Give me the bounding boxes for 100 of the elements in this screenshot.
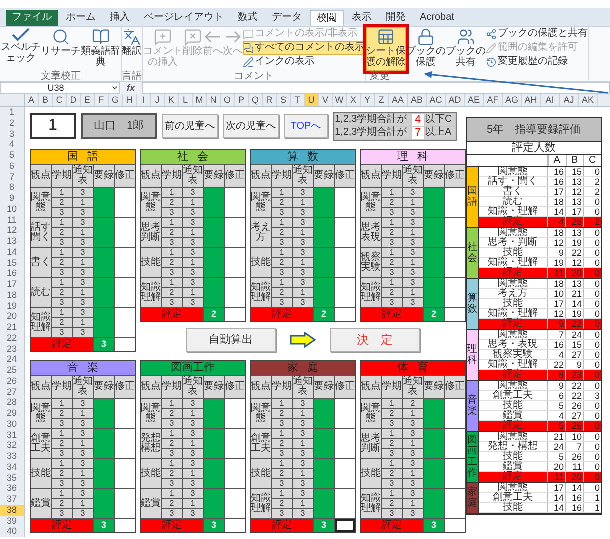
column-header[interactable]: V: [319, 94, 333, 106]
row-header[interactable]: 34: [0, 462, 24, 472]
row-header[interactable]: 37: [0, 494, 24, 505]
column-header[interactable]: X: [347, 94, 361, 106]
column-header[interactable]: E: [81, 94, 95, 106]
column-header[interactable]: F: [95, 94, 109, 106]
previous-button[interactable]: 前の児童へ: [162, 114, 218, 138]
correction-cell[interactable]: [445, 308, 465, 321]
column-header[interactable]: A: [25, 94, 39, 106]
column-header[interactable]: AD: [446, 94, 465, 106]
ribbon-button[interactable]: ブックの保護と共有: [486, 27, 588, 41]
column-header[interactable]: AJ: [560, 94, 579, 106]
row-header[interactable]: 40: [0, 526, 24, 537]
ribbon-tab[interactable]: 数式: [232, 10, 264, 26]
correction-cell[interactable]: [225, 308, 245, 321]
row-header[interactable]: 25: [0, 365, 24, 376]
calculate-button[interactable]: 自動算出: [186, 328, 276, 352]
row-header[interactable]: 4: [0, 139, 24, 150]
row-header[interactable]: 18: [0, 290, 24, 300]
ribbon-button[interactable]: スペルチェック: [1, 27, 41, 71]
column-header[interactable]: H: [123, 94, 137, 106]
correction-cell[interactable]: [445, 519, 465, 532]
column-header[interactable]: AG: [503, 94, 522, 106]
column-header[interactable]: R: [263, 94, 277, 106]
column-header[interactable]: Q: [249, 94, 263, 106]
column-header[interactable]: AA: [389, 94, 408, 106]
correction-cell[interactable]: [335, 519, 355, 532]
column-header[interactable]: P: [235, 94, 249, 106]
row-header[interactable]: 28: [0, 397, 24, 408]
row-header[interactable]: 13: [0, 236, 24, 247]
row-header[interactable]: 15: [0, 258, 24, 268]
row-header[interactable]: 1: [0, 107, 24, 118]
function-button[interactable]: fx: [124, 83, 138, 93]
column-header[interactable]: C: [53, 94, 67, 106]
correction-cell[interactable]: [335, 308, 355, 321]
decide-button[interactable]: 決定: [330, 328, 420, 352]
row-header[interactable]: 24: [0, 354, 24, 365]
ribbon-button[interactable]: ブックの共有: [446, 27, 486, 71]
ribbon-tab[interactable]: 開発: [380, 10, 412, 26]
ribbon-tab[interactable]: データ: [266, 10, 308, 26]
ribbon-tab[interactable]: ページレイアウト: [138, 10, 230, 26]
ribbon-tab[interactable]: Acrobat: [414, 10, 460, 26]
column-header[interactable]: L: [179, 94, 193, 106]
row-header[interactable]: 11: [0, 214, 24, 226]
row-header[interactable]: 7: [0, 172, 24, 182]
row-header[interactable]: 8: [0, 182, 24, 193]
ribbon-button[interactable]: 類義語辞典: [81, 27, 121, 71]
row-header[interactable]: 33: [0, 451, 24, 462]
column-header[interactable]: Z: [375, 94, 389, 106]
row-header[interactable]: 17: [0, 279, 24, 290]
formula-input[interactable]: [142, 82, 610, 94]
ribbon-button[interactable]: 翻訳: [122, 27, 142, 71]
row-header[interactable]: 30: [0, 418, 24, 430]
ribbon-button[interactable]: リサーチ: [41, 27, 81, 71]
row-header[interactable]: 32: [0, 440, 24, 451]
row-header[interactable]: 20: [0, 311, 24, 322]
column-header[interactable]: B: [39, 94, 53, 106]
column-header[interactable]: K: [165, 94, 179, 106]
row-header[interactable]: 5: [0, 150, 24, 161]
column-header[interactable]: AI: [541, 94, 560, 106]
column-header[interactable]: U: [305, 94, 319, 106]
ribbon-tab[interactable]: ホーム: [60, 10, 102, 26]
row-header[interactable]: 29: [0, 408, 24, 419]
row-header[interactable]: 19: [0, 300, 24, 312]
column-header[interactable]: M: [193, 94, 207, 106]
column-header[interactable]: AE: [465, 94, 484, 106]
row-header[interactable]: 3: [0, 128, 24, 140]
column-header[interactable]: AF: [484, 94, 503, 106]
ribbon-button[interactable]: インクの表示: [243, 55, 365, 69]
name-box[interactable]: U38: [0, 82, 120, 94]
row-header[interactable]: 27: [0, 386, 24, 398]
column-header[interactable]: J: [151, 94, 165, 106]
row-header[interactable]: 12: [0, 225, 24, 236]
correction-cell[interactable]: [225, 519, 245, 532]
row-header[interactable]: 22: [0, 332, 24, 344]
column-header[interactable]: D: [67, 94, 81, 106]
top-button[interactable]: TOPへ: [284, 114, 328, 138]
row-header[interactable]: 26: [0, 376, 24, 386]
row-header[interactable]: 6: [0, 160, 24, 172]
next-button[interactable]: 次の児童へ: [223, 114, 279, 138]
row-header[interactable]: 9: [0, 193, 24, 204]
row-header[interactable]: 38: [0, 504, 24, 516]
row-header[interactable]: 23: [0, 344, 24, 354]
column-header[interactable]: AK: [579, 94, 598, 106]
column-header[interactable]: Y: [361, 94, 375, 106]
row-header[interactable]: 31: [0, 430, 24, 440]
ribbon-tab[interactable]: 挿入: [104, 10, 136, 26]
row-header[interactable]: 36: [0, 483, 24, 494]
ribbon-tab[interactable]: 校閲: [310, 10, 344, 26]
ribbon-tab[interactable]: 表示: [346, 10, 378, 26]
column-header[interactable]: I: [137, 94, 151, 106]
ribbon-tab[interactable]: ファイル: [6, 10, 58, 26]
row-header[interactable]: 14: [0, 246, 24, 258]
row-header[interactable]: 2: [0, 118, 24, 128]
correction-cell[interactable]: [115, 338, 135, 351]
column-header[interactable]: AH: [522, 94, 541, 106]
row-header[interactable]: 16: [0, 268, 24, 279]
row-header[interactable]: 35: [0, 472, 24, 484]
row-header[interactable]: 10: [0, 204, 24, 214]
column-header[interactable]: AC: [427, 94, 446, 106]
